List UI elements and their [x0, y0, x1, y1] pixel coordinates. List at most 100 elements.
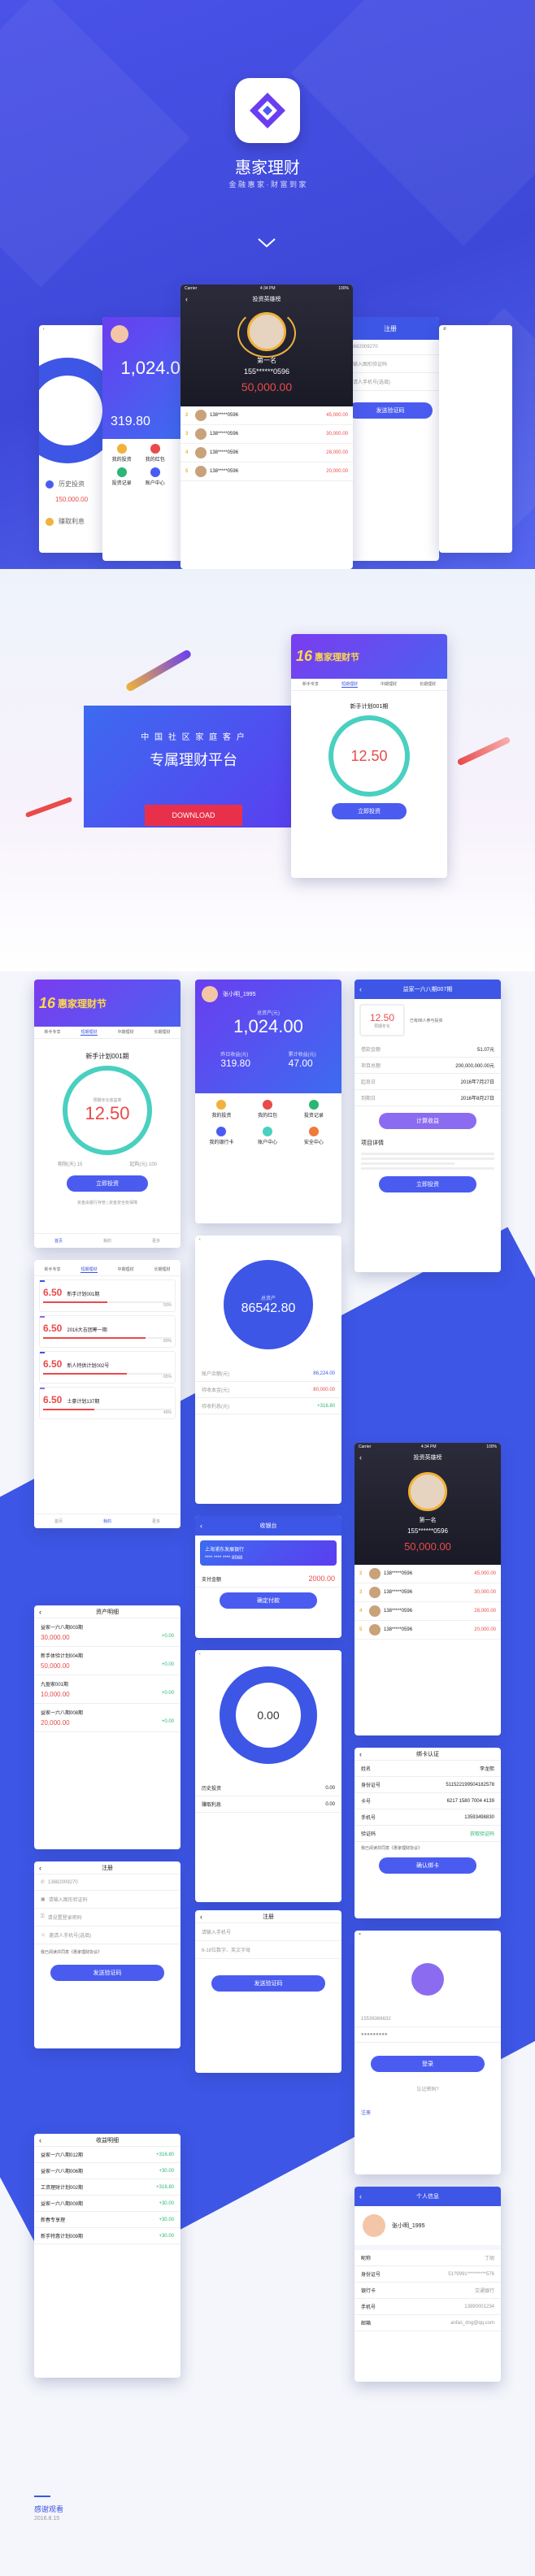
- history-row[interactable]: 历史投资 0.00: [195, 1780, 341, 1796]
- list-item[interactable]: 新手特惠计划009期 +30.00: [34, 2228, 181, 2244]
- tab-short[interactable]: 短期理财: [80, 1029, 98, 1036]
- tab-mid[interactable]: 中期理财: [117, 1266, 133, 1273]
- tab-short[interactable]: 短期理财: [341, 681, 358, 688]
- product-card[interactable]: 6.50 2016大吉团筹一期 80%: [39, 1315, 176, 1348]
- agree-checkbox[interactable]: 我已阅读并同意《惠家理财协议》: [354, 1842, 501, 1854]
- phone-field[interactable]: ✆ 13682009270: [34, 1874, 181, 1891]
- tab-long[interactable]: 长期理财: [154, 1266, 170, 1273]
- calc-button[interactable]: 计算收益: [379, 1113, 476, 1129]
- asset-row[interactable]: 账户余额(元) 86,224.00: [195, 1366, 341, 1382]
- register-link[interactable]: 注册: [354, 2092, 501, 2132]
- tabbar-mine[interactable]: 我的: [103, 1518, 111, 1524]
- phone-field[interactable]: 13682009270: [341, 340, 439, 355]
- list-item[interactable]: 益家一六八期008期 20,000.00 +0.00: [34, 1704, 181, 1732]
- get-code-button[interactable]: 获取验证码: [470, 1830, 494, 1837]
- tab-newbie[interactable]: 新手专享: [44, 1029, 60, 1036]
- invest-button[interactable]: 立即投资: [67, 1175, 148, 1192]
- avatar[interactable]: [202, 986, 218, 1002]
- code-field[interactable]: 请输入图形验证码: [341, 355, 439, 373]
- back-icon[interactable]: ‹: [39, 1864, 41, 1872]
- back-icon[interactable]: ‹: [199, 1652, 201, 1657]
- password-field[interactable]: ●●●●●●●●●: [354, 2027, 501, 2043]
- captcha-field[interactable]: ▣ 请输入图形验证码: [34, 1891, 181, 1909]
- tabbar-more[interactable]: 更多: [152, 1238, 160, 1244]
- ref-field[interactable]: 邀请人手机号(选填): [341, 373, 439, 391]
- bank-card[interactable]: 上海浦东发展银行 **** **** **** 8568: [200, 1540, 337, 1566]
- close-icon[interactable]: ×: [359, 1932, 361, 1937]
- asset-row[interactable]: 待收本金(元) 80,000.00: [195, 1382, 341, 1398]
- product-card[interactable]: 6.50 新人特供计划002号 65%: [39, 1351, 176, 1384]
- chevron-down-icon[interactable]: [257, 237, 276, 249]
- menu-red-packet[interactable]: 我的红包: [141, 444, 169, 463]
- list-item[interactable]: 工资理财计划002期 +316.80: [34, 2179, 181, 2196]
- profile-row[interactable]: 身份证号 51?9991**********576: [354, 2266, 501, 2283]
- list-item[interactable]: 益家一六八期006期 +30.00: [34, 2163, 181, 2179]
- asset-row[interactable]: 待收利息(元) +316.80: [195, 1398, 341, 1414]
- tabbar-mine[interactable]: 我的: [103, 1238, 111, 1244]
- back-icon[interactable]: ‹: [359, 985, 362, 993]
- list-item[interactable]: 益家一六八期009期 +30.00: [34, 2196, 181, 2212]
- back-icon[interactable]: ‹: [39, 1608, 41, 1616]
- list-item[interactable]: 新春专享理 +30.00: [34, 2212, 181, 2228]
- back-icon[interactable]: ‹: [359, 1750, 362, 1758]
- back-icon[interactable]: ‹: [200, 1522, 202, 1530]
- menu-my-invest[interactable]: 我的投资: [107, 444, 136, 463]
- tab-mid[interactable]: 中期理财: [117, 1029, 133, 1036]
- back-icon[interactable]: ‹: [39, 2136, 41, 2144]
- menu-account[interactable]: 账户中心: [141, 467, 169, 486]
- phone-field[interactable]: 请输入手机号: [195, 1923, 341, 1941]
- phone-field[interactable]: 15536366632: [354, 2012, 501, 2027]
- back-icon[interactable]: ‹: [200, 1913, 202, 1921]
- back-icon[interactable]: ‹: [199, 1237, 201, 1242]
- invest-button[interactable]: 立即投资: [332, 803, 407, 819]
- send-code-button[interactable]: 发送验证码: [348, 402, 433, 419]
- back-icon[interactable]: ‹: [359, 2192, 362, 2200]
- tab-short[interactable]: 短期理财: [80, 1266, 98, 1273]
- tab-mid[interactable]: 中期理财: [381, 681, 397, 688]
- interest-row[interactable]: 赚取利息: [46, 517, 85, 526]
- tab-long[interactable]: 长期理财: [154, 1029, 170, 1036]
- profile-row[interactable]: 邮箱 anfas_dng@qq.com: [354, 2315, 501, 2331]
- confirm-bind-button[interactable]: 确认绑卡: [379, 1857, 476, 1874]
- back-icon[interactable]: ‹: [359, 1453, 362, 1462]
- phone-icon: ✆: [443, 327, 447, 332]
- send-code-button[interactable]: 发送验证码: [211, 1975, 325, 1992]
- profile-row[interactable]: 手机号 13890001234: [354, 2299, 501, 2315]
- menu-records[interactable]: 投资记录: [107, 467, 136, 486]
- list-item[interactable]: 新手体验计划004期 50,000.00 +0.00: [34, 1647, 181, 1675]
- tabbar-home[interactable]: 首页: [54, 1238, 63, 1244]
- password-field[interactable]: ⚿ 请设置登录密码: [34, 1909, 181, 1927]
- menu-red-packet[interactable]: 我的红包: [245, 1100, 291, 1127]
- agree-checkbox[interactable]: 我已阅读并同意《惠家理财协议》: [34, 1944, 181, 1960]
- avatar[interactable]: [363, 2214, 385, 2237]
- profile-row[interactable]: 昵称 丁胡: [354, 2250, 501, 2266]
- invest-button[interactable]: 立即投资: [379, 1176, 476, 1192]
- menu-account[interactable]: 账户中心: [245, 1127, 291, 1145]
- menu-bankcard[interactable]: 我的银行卡: [198, 1127, 245, 1145]
- profile-row[interactable]: 银行卡 交通银行: [354, 2283, 501, 2299]
- tab-newbie[interactable]: 新手专享: [44, 1266, 60, 1273]
- tabbar-home[interactable]: 首页: [54, 1518, 63, 1524]
- send-code-button[interactable]: 发送验证码: [50, 1965, 164, 1981]
- confirm-pay-button[interactable]: 确定付款: [220, 1592, 317, 1609]
- list-item[interactable]: 九盈家001期 10,000.00 +0.00: [34, 1675, 181, 1704]
- referrer-field[interactable]: ☺ 邀请人手机号(选填): [34, 1927, 181, 1944]
- list-item[interactable]: 益家一六八期012期 +316.80: [34, 2147, 181, 2163]
- avatar[interactable]: [111, 325, 128, 343]
- tab-long[interactable]: 长期理财: [420, 681, 436, 688]
- download-button[interactable]: DOWNLOAD: [145, 805, 242, 826]
- back-icon[interactable]: ‹: [185, 295, 188, 303]
- product-card[interactable]: 6.50 新手计划001期 50%: [39, 1279, 176, 1312]
- menu-my-invest[interactable]: 我的投资: [198, 1100, 245, 1119]
- menu-security[interactable]: 安全中心: [291, 1127, 337, 1145]
- history-row[interactable]: 历史投资: [46, 480, 85, 489]
- menu-records[interactable]: 投资记录: [291, 1100, 337, 1127]
- product-card[interactable]: 6.50 土豪计划137期 40%: [39, 1387, 176, 1419]
- earn-row[interactable]: 赚取利息 0.00: [195, 1796, 341, 1813]
- forgot-link[interactable]: 忘记密码?: [354, 2085, 501, 2092]
- password-field[interactable]: 6-18位数字、英文字母: [195, 1941, 341, 1959]
- tabbar-more[interactable]: 更多: [152, 1518, 160, 1524]
- list-item[interactable]: 益家一六八期003期 30,000.00 +0.00: [34, 1618, 181, 1647]
- login-button[interactable]: 登录: [371, 2056, 485, 2072]
- tab-newbie[interactable]: 新手专享: [302, 681, 319, 688]
